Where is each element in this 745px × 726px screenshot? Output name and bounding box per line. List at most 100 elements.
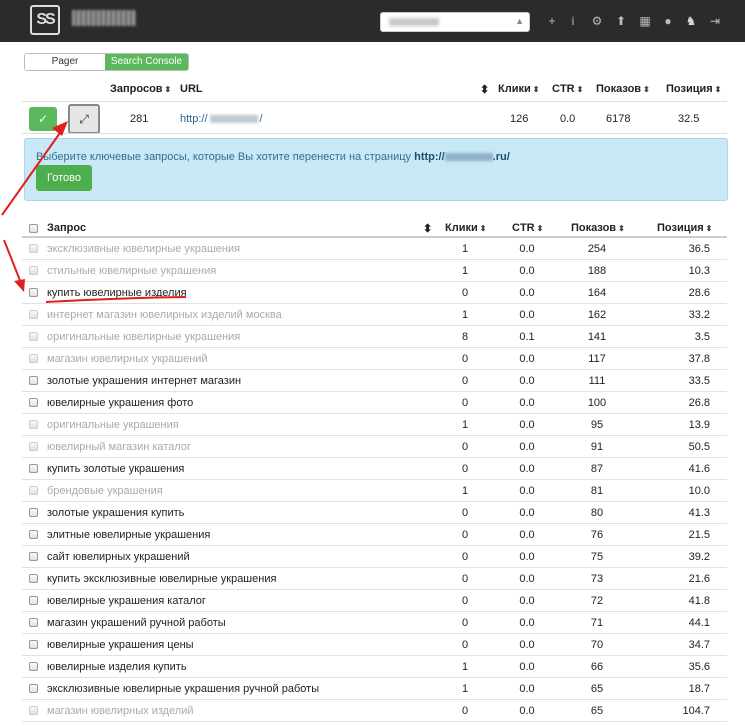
row-checkbox[interactable] [29, 266, 38, 275]
query-position: 13.9 [688, 419, 710, 431]
row-checkbox[interactable] [29, 354, 38, 363]
col-header-shows[interactable]: Показов ⬍ [596, 83, 650, 95]
row-checkbox[interactable] [29, 596, 38, 605]
url-shows: 6178 [606, 113, 631, 125]
linux-icon[interactable]: ♞ [684, 13, 698, 29]
query-text: ювелирные изделия купить [47, 661, 187, 673]
col-header-ctr[interactable]: CTR ⬍ [552, 83, 583, 95]
table-row[interactable]: купить золотые украшения 0 0.0 87 41.6 [22, 458, 727, 480]
query-position: 36.5 [688, 243, 710, 255]
row-checkbox[interactable] [29, 310, 38, 319]
table-row[interactable]: ювелирные украшения цены 0 0.0 70 34.7 [22, 634, 727, 656]
grid-icon[interactable]: ▦ [638, 13, 652, 29]
row-checkbox[interactable] [29, 574, 38, 583]
table-row[interactable]: эксклюзивные ювелирные украшения ручной … [22, 678, 727, 700]
query-ctr: 0.0 [519, 529, 535, 541]
table-row[interactable]: оригинальные ювелирные украшения 8 0.1 141 3… [22, 326, 727, 348]
row-checkbox[interactable] [29, 398, 38, 407]
query-clicks: 1 [461, 683, 469, 695]
expand-queries-button[interactable]: ⤢ [68, 104, 100, 134]
row-checkbox[interactable] [29, 464, 38, 473]
query-shows: 95 [590, 419, 604, 431]
url-link[interactable]: http:// / [180, 113, 263, 125]
table-row[interactable]: купить эксклюзивные ювелирные украшения 0… [22, 568, 727, 590]
table-row[interactable]: магазин украшений ручной работы 0 0.0 71 44.… [22, 612, 727, 634]
row-checkbox[interactable] [29, 508, 38, 517]
row-checkbox[interactable] [29, 552, 38, 561]
plus-icon[interactable]: + [545, 13, 559, 29]
query-text: магазин украшений ручной работы [47, 617, 226, 629]
col-header-query[interactable]: Запрос [47, 222, 86, 234]
table-row[interactable]: стильные ювелирные украшения 1 0.0 188 10.3 [22, 260, 727, 282]
query-clicks: 0 [461, 441, 469, 453]
col-header-position[interactable]: Позиция ⬍ [666, 83, 721, 95]
row-checkbox[interactable] [29, 618, 38, 627]
col-header-queries[interactable]: Запросов ⬍ [110, 83, 171, 95]
row-checkbox[interactable] [29, 486, 38, 495]
query-text: ювелирные украшения фото [47, 397, 194, 409]
site-select-dropdown[interactable]: ▲ [380, 12, 530, 32]
info-icon[interactable]: i [566, 13, 580, 29]
query-shows: 70 [590, 639, 604, 651]
row-checkbox[interactable] [29, 684, 38, 693]
query-text: золотые украшения купить [47, 507, 185, 519]
table-row[interactable]: ювелирные украшения фото 0 0.0 100 26.8 [22, 392, 727, 414]
table-row[interactable]: интернет магазин ювелирных изделий москв… [22, 304, 727, 326]
col-header-position[interactable]: Позиция ⬍ [657, 222, 712, 234]
row-checkbox[interactable] [29, 640, 38, 649]
table-row[interactable]: золотые украшения купить 0 0.0 80 41.3 [22, 502, 727, 524]
confirm-url-button[interactable]: ✓ [29, 107, 57, 131]
query-shows: 71 [590, 617, 604, 629]
query-ctr: 0.0 [519, 353, 535, 365]
col-header-url[interactable]: URL [180, 83, 203, 95]
user-icon[interactable]: ● [661, 13, 675, 29]
query-clicks: 0 [461, 595, 469, 607]
query-ctr: 0.0 [519, 287, 535, 299]
query-ctr: 0.0 [519, 683, 535, 695]
col-header-ctr[interactable]: CTR ⬍ [512, 222, 543, 234]
query-clicks: 0 [461, 375, 469, 387]
row-checkbox[interactable] [29, 530, 38, 539]
table-row[interactable]: эксклюзивные ювелирные украшения 1 0.0 254 3… [22, 238, 727, 260]
query-ctr: 0.1 [519, 331, 535, 343]
sort-icon[interactable]: ⬍ [480, 83, 489, 96]
row-checkbox[interactable] [29, 420, 38, 429]
query-clicks: 0 [461, 463, 469, 475]
done-button[interactable]: Готово [36, 165, 92, 191]
row-checkbox[interactable] [29, 332, 38, 341]
col-header-clicks[interactable]: Клики ⬍ [445, 222, 486, 234]
tab-pager[interactable]: Pager [25, 54, 105, 70]
app-logo[interactable]: SS [30, 5, 60, 35]
domain-blurred [209, 115, 258, 124]
upload-icon[interactable]: ⬆ [614, 13, 628, 29]
row-checkbox[interactable] [29, 288, 38, 297]
table-row[interactable]: сайт ювелирных украшений 0 0.0 75 39.2 [22, 546, 727, 568]
table-row[interactable]: ювелирные изделия купить 1 0.0 66 35.6 [22, 656, 727, 678]
table-row[interactable]: ювелирный магазин каталог 0 0.0 91 50.5 [22, 436, 727, 458]
select-all-checkbox[interactable] [29, 224, 38, 233]
table-row[interactable]: оригинальные украшения 1 0.0 95 13.9 [22, 414, 727, 436]
sort-icon: ⬍ [536, 224, 544, 233]
query-ctr: 0.0 [519, 661, 535, 673]
row-checkbox[interactable] [29, 376, 38, 385]
table-row[interactable]: брендовые украшения 1 0.0 81 10.0 [22, 480, 727, 502]
col-header-shows[interactable]: Показов ⬍ [571, 222, 625, 234]
table-row[interactable]: купить ювелирные изделия 0 0.0 164 28.6 [22, 282, 727, 304]
table-row[interactable]: магазин ювелирных украшений 0 0.0 117 37.8 [22, 348, 727, 370]
brand-name-blurred [72, 10, 136, 26]
row-checkbox[interactable] [29, 244, 38, 253]
sort-icon: ⬍ [714, 85, 722, 94]
sort-icon[interactable]: ⬍ [423, 222, 432, 235]
table-row[interactable]: магазин ювелирных изделий 0 0.0 65 104.7 [22, 700, 727, 722]
gears-icon[interactable]: ⚙ [590, 13, 604, 29]
query-shows: 254 [587, 243, 607, 255]
table-row[interactable]: ювелирные украшения каталог 0 0.0 72 41.8 [22, 590, 727, 612]
tab-search-console[interactable]: Search Console [105, 54, 188, 70]
table-row[interactable]: элитные ювелирные украшения 0 0.0 76 21.5 [22, 524, 727, 546]
table-row[interactable]: золотые украшения интернет магазин 0 0.0 11… [22, 370, 727, 392]
row-checkbox[interactable] [29, 442, 38, 451]
row-checkbox[interactable] [29, 662, 38, 671]
row-checkbox[interactable] [29, 706, 38, 715]
logout-icon[interactable]: ⇥ [708, 13, 722, 29]
col-header-clicks[interactable]: Клики ⬍ [498, 83, 539, 95]
